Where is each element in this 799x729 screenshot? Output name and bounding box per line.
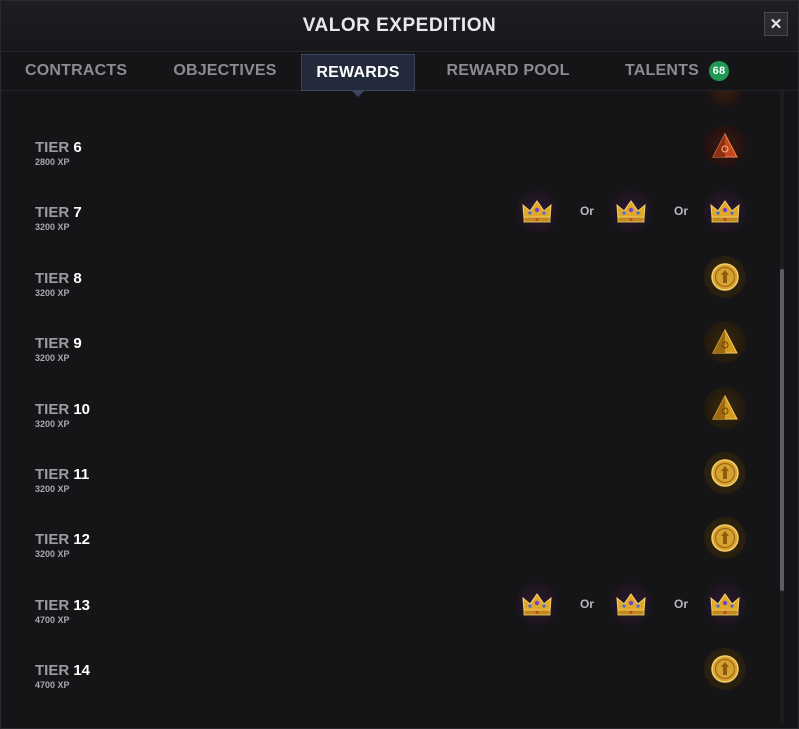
valor-expedition-window: VALOR EXPEDITION ✕ CONTRACTS OBJECTIVES … [0, 0, 799, 729]
tier-row: TIER 8 3200 XP [1, 255, 798, 335]
tier-row: TIER 14 4700 XP [1, 648, 798, 727]
pyramid-gold-icon[interactable] [704, 386, 746, 429]
tier-name: TIER 12 [35, 531, 90, 548]
title-bar: VALOR EXPEDITION ✕ [1, 1, 798, 52]
tier-label: TIER 6 2800 XP [35, 139, 82, 167]
tier-number: 13 [73, 596, 91, 614]
tab-label: OBJECTIVES [173, 62, 277, 79]
tier-name: TIER 8 [35, 270, 82, 287]
tab-bar: CONTRACTS OBJECTIVES REWARDS REWARD POOL… [1, 52, 798, 97]
tier-label: TIER 12 3200 XP [35, 531, 90, 559]
tab-label: REWARDS [316, 63, 400, 81]
tier-label: TIER 14 4700 XP [35, 662, 90, 690]
tier-prefix: TIER [35, 204, 70, 222]
tab-label: CONTRACTS [25, 62, 128, 79]
tier-rewards [704, 386, 746, 429]
tier-number: 10 [73, 400, 91, 418]
tier-row: TIER 10 3200 XP [1, 386, 798, 466]
tier-number: 12 [73, 531, 91, 549]
scrollbar[interactable] [780, 91, 784, 724]
coin-icon[interactable] [704, 517, 746, 560]
crown-icon[interactable] [515, 190, 558, 233]
tier-name: TIER 6 [35, 139, 82, 156]
tier-rewards: Or Or [515, 582, 746, 625]
window-title: VALOR EXPEDITION [302, 15, 497, 36]
or-separator: Or [579, 204, 594, 219]
tier-rewards [704, 517, 746, 560]
crown-icon[interactable] [515, 582, 558, 625]
tab-objectives[interactable]: OBJECTIVES [149, 52, 301, 90]
tier-prefix: TIER [35, 335, 70, 353]
coin-icon[interactable] [704, 255, 746, 298]
tab-contracts[interactable]: CONTRACTS [9, 52, 149, 90]
tier-label: TIER 9 3200 XP [35, 335, 82, 363]
tier-prefix: TIER [35, 269, 70, 287]
rewards-list[interactable]: TIER 6 2800 XP TIER 7 3200 XP Or Or TIER 8 3200… [1, 91, 798, 728]
tier-rewards [704, 255, 746, 298]
crown-icon[interactable] [704, 190, 746, 233]
tier-number: 11 [73, 466, 90, 483]
crown-icon[interactable] [609, 190, 652, 233]
tier-name: TIER 10 [35, 401, 90, 418]
tier-rewards [704, 452, 746, 494]
coin-icon[interactable] [704, 648, 746, 691]
tier-name: TIER 14 [35, 662, 90, 679]
tier-rewards [704, 321, 746, 364]
tier-rewards [704, 648, 746, 691]
tier-number: 9 [73, 335, 82, 353]
talents-count-badge: 68 [709, 61, 729, 81]
tier-prefix: TIER [35, 139, 70, 156]
tier-number: 7 [73, 204, 82, 222]
or-separator: Or [579, 596, 594, 611]
tier-row: TIER 11 3200 XP [1, 452, 798, 531]
tier-row: TIER 13 4700 XP Or Or [1, 582, 798, 662]
tier-row: TIER 7 3200 XP Or Or [1, 190, 798, 269]
tier-xp: 3200 XP [35, 418, 70, 429]
tier-number: 8 [73, 269, 82, 287]
tier-xp: 3200 XP [35, 549, 70, 560]
coin-icon[interactable] [704, 452, 746, 494]
or-separator: Or [673, 596, 688, 611]
tier-xp: 4700 XP [35, 680, 70, 691]
tier-rewards [704, 125, 746, 167]
pyramid-gold-icon[interactable] [704, 321, 746, 364]
tab-talents[interactable]: TALENTS 68 [601, 52, 781, 90]
tier-xp: 3200 XP [35, 484, 70, 494]
tab-reward-pool[interactable]: REWARD POOL [415, 52, 601, 90]
tier-xp: 3200 XP [35, 353, 70, 364]
tier-label: TIER 8 3200 XP [35, 270, 82, 298]
crown-icon[interactable] [609, 582, 652, 625]
tier-name: TIER 7 [35, 204, 82, 221]
tier-row: TIER 9 3200 XP [1, 321, 798, 400]
tier-prefix: TIER [35, 400, 70, 418]
tier-xp: 2800 XP [35, 157, 70, 167]
tier-label: TIER 13 4700 XP [35, 597, 90, 625]
or-separator: Or [673, 204, 688, 219]
tier-label: TIER 7 3200 XP [35, 204, 82, 232]
tier-name: TIER 13 [35, 597, 90, 614]
close-icon: ✕ [769, 16, 783, 33]
pyramid-red-icon[interactable] [704, 125, 746, 167]
tier-xp: 3200 XP [35, 287, 70, 298]
tier-prefix: TIER [35, 466, 70, 483]
tier-label: TIER 11 3200 XP [35, 466, 89, 494]
tier-number: 6 [73, 139, 82, 156]
tier-name: TIER 9 [35, 335, 82, 352]
scrollbar-thumb[interactable] [780, 269, 784, 591]
crown-icon[interactable] [704, 582, 746, 625]
tier-prefix: TIER [35, 531, 70, 549]
tier-xp: 4700 XP [35, 614, 70, 625]
close-button[interactable]: ✕ [764, 12, 788, 36]
tab-rewards[interactable]: REWARDS [301, 54, 415, 97]
tier-rewards: Or Or [515, 190, 746, 233]
tier-label: TIER 10 3200 XP [35, 401, 90, 429]
tab-label: REWARD POOL [446, 62, 570, 79]
tier-prefix: TIER [35, 596, 70, 614]
tab-label: TALENTS [625, 62, 699, 79]
tier-number: 14 [73, 662, 91, 680]
tier-prefix: TIER [35, 662, 70, 680]
tier-name: TIER 11 [35, 466, 89, 483]
tier-xp: 3200 XP [35, 222, 70, 233]
partial-reward-icon [708, 91, 742, 107]
